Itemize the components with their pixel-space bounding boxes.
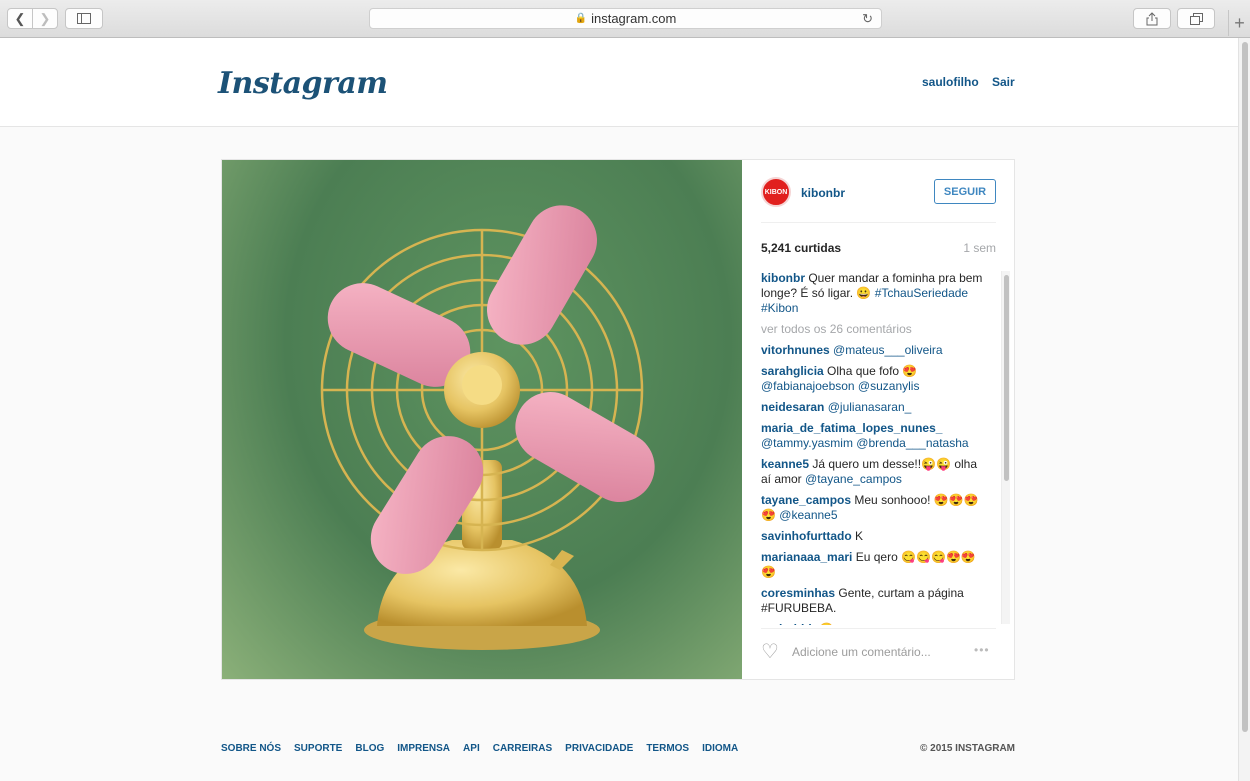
heart-icon[interactable]: ♡ [761,642,779,662]
comment-item: sarahglicia Olha que fofo 😍 @fabianajoeb… [761,364,983,394]
comment-item: neidesaran @julianasaran_ [761,400,983,415]
post-sidebar: KIBON kibonbr SEGUIR 5,241 curtidas 1 se… [742,160,1015,679]
plus-icon: + [1234,12,1245,33]
view-all-comments[interactable]: ver todos os 26 comentários [761,322,983,337]
likes-count[interactable]: 5,241 curtidas [761,241,841,255]
comment-item: maria_de_fatima_lopes_nunes_ @tammy.yasm… [761,421,983,451]
comment-user[interactable]: savinhofurttado [761,529,852,543]
comment-mentions[interactable]: @tayane_campos [805,472,902,486]
page-scrollbar[interactable] [1238,38,1250,781]
footer-link[interactable]: CARREIRAS [493,743,552,754]
view-all-label[interactable]: ver todos os 26 comentários [761,322,912,336]
owner-avatar[interactable]: KIBON [761,177,791,207]
comment-input[interactable] [792,645,962,659]
follow-button[interactable]: SEGUIR [934,179,996,204]
comment-text: 😍 [819,622,834,625]
address-bar[interactable]: 🔒 instagram.com ↻ [369,8,882,29]
comment-user[interactable]: vitorhnunes [761,343,830,357]
footer-link[interactable]: API [463,743,480,754]
avatar-label: KIBON [764,188,788,196]
comment-user[interactable]: marianaaa_mari [761,550,852,564]
post-card: KIBON kibonbr SEGUIR 5,241 curtidas 1 se… [221,159,1015,680]
owner-username[interactable]: kibonbr [801,186,845,200]
comment-mentions[interactable]: @fabianajoebson @suzanylis [761,379,919,393]
comment-mentions[interactable]: @julianasaran_ [828,400,912,414]
comment-item: savinhofurttado K [761,529,983,544]
comment-user[interactable]: maria_de_fatima_lopes_nunes_ [761,421,942,435]
comment-user[interactable]: anderhbb [761,622,816,625]
footer-link[interactable]: TERMOS [646,743,689,754]
back-button[interactable]: ❮ [8,9,32,28]
comment-item: vitorhnunes @mateus___oliveira [761,343,983,358]
comment-user[interactable]: sarahglicia [761,364,824,378]
comments-scrollbar-thumb[interactable] [1004,275,1009,481]
fan-illustration [320,205,655,650]
browser-toolbar: ❮ ❯ 🔒 instagram.com ↻ + [0,0,1250,38]
url-text: instagram.com [591,11,677,26]
footer-link[interactable]: PRIVACIDADE [565,743,633,754]
divider [761,628,996,629]
site-header: Instagram saulofilho Sair [0,38,1238,127]
post-time[interactable]: 1 sem [963,241,996,255]
comment-user[interactable]: coresminhas [761,586,835,600]
reload-icon[interactable]: ↻ [862,11,873,27]
comment-item: marianaaa_mari Eu qero 😋😋😋😍😍😍 [761,550,983,580]
comment-user[interactable]: neidesaran [761,400,824,414]
comment-mentions[interactable]: @mateus___oliveira [833,343,943,357]
logout-link[interactable]: Sair [992,75,1015,89]
comment-text: Olha que fofo 😍 [827,364,918,378]
profile-link[interactable]: saulofilho [922,75,979,89]
sidebar-toggle-button[interactable] [65,8,103,29]
instagram-logo[interactable]: Instagram [218,66,388,101]
comment-item: keanne5 Já quero um desse!!😜😜 olha aí am… [761,457,983,487]
comment-item: tayane_campos Meu sonhooo! 😍😍😍😍 @keanne5 [761,493,983,523]
sidebar-icon [77,13,91,24]
lock-icon: 🔒 [574,13,588,24]
post-photo[interactable] [222,160,742,679]
comment-text: K [855,529,864,543]
history-nav: ❮ ❯ [7,8,58,29]
comment-user[interactable]: tayane_campos [761,493,851,507]
footer-link[interactable]: IMPRENSA [397,743,450,754]
page-scrollbar-thumb[interactable] [1242,42,1248,732]
footer-link[interactable]: BLOG [355,743,384,754]
new-tab-button[interactable]: + [1228,10,1250,36]
divider [761,222,996,223]
comment-user[interactable]: keanne5 [761,457,809,471]
more-options-icon[interactable]: ••• [974,643,990,657]
comment-mentions[interactable]: @tammy.yasmim @brenda___natasha [761,436,969,450]
comment-item: coresminhas Gente, curtam a página #FURU… [761,586,983,616]
tabs-overview-button[interactable] [1177,8,1215,29]
copyright: © 2015 INSTAGRAM [920,743,1015,754]
footer-links: SOBRE NÓS SUPORTE BLOG IMPRENSA API CARREIRAS… [221,743,1015,754]
comment-item: anderhbb 😍 [761,622,983,625]
share-button[interactable] [1133,8,1171,29]
forward-button[interactable]: ❯ [32,9,57,28]
share-icon [1146,11,1158,25]
caption: kibonbr Quer mandar a fominha pra bem lo… [761,271,983,316]
comment-mentions[interactable]: @keanne5 [779,508,837,522]
site-footer: SOBRE NÓS SUPORTE BLOG IMPRENSA API CARREIRAS… [221,743,1015,754]
comment-user[interactable]: kibonbr [761,271,805,285]
comments-scrollbar[interactable] [1001,271,1010,624]
footer-link[interactable]: SOBRE NÓS [221,743,281,754]
footer-link[interactable]: SUPORTE [294,743,342,754]
tabs-icon [1189,12,1203,25]
footer-link[interactable]: IDIOMA [702,743,738,754]
comments-list: kibonbr Quer mandar a fominha pra bem lo… [761,271,983,625]
